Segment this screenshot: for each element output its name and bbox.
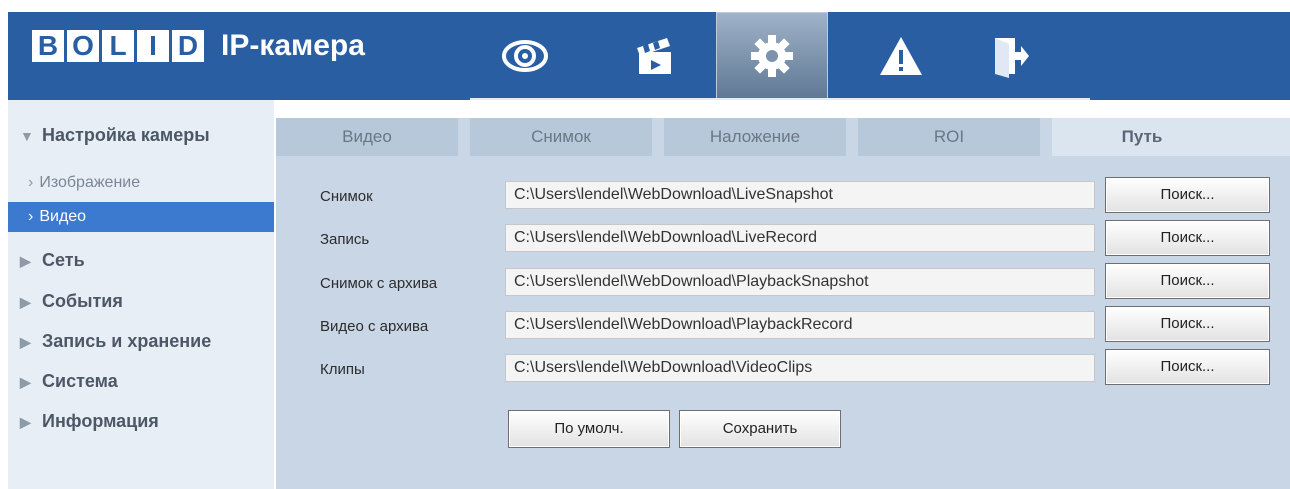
nav-alarm-button[interactable] <box>846 12 956 100</box>
path-label-playback-snapshot: Снимок с архива <box>320 275 438 292</box>
sidebar-item-label: Система <box>42 371 118 391</box>
clapperboard-icon <box>637 38 671 74</box>
sidebar-item-recording-storage[interactable]: ▶ Запись и хранение <box>8 326 274 356</box>
tab-roi[interactable]: ROI <box>858 118 1040 156</box>
sidebar-item-video[interactable]: › Видео <box>8 202 274 232</box>
nav-logout-button[interactable] <box>956 12 1066 100</box>
sidebar-item-image[interactable]: › Изображение <box>8 168 274 198</box>
sidebar-item-camera-settings[interactable]: ▼ Настройка камеры <box>8 120 274 150</box>
browse-button-record[interactable]: Поиск... <box>1105 220 1270 256</box>
triangle-right-icon: ▶ <box>20 414 31 430</box>
chevron-right-icon: › <box>28 208 34 225</box>
browse-button-clips[interactable]: Поиск... <box>1105 349 1270 385</box>
sidebar-item-events[interactable]: ▶ События <box>8 286 274 316</box>
tab-path[interactable]: Путь <box>1052 118 1232 156</box>
tab-video[interactable]: Видео <box>276 118 458 156</box>
sidebar-item-system[interactable]: ▶ Система <box>8 366 274 396</box>
tab-strip <box>1232 118 1290 156</box>
path-label-snapshot: Снимок <box>320 188 373 205</box>
default-button[interactable]: По умолч. <box>508 410 670 448</box>
logo-letter-l: L <box>102 30 134 62</box>
sidebar-item-label: Настройка камеры <box>42 125 210 145</box>
sidebar-item-label: События <box>42 291 123 311</box>
sidebar-item-label: Видео <box>39 208 87 225</box>
sidebar-item-label: Запись и хранение <box>42 331 212 351</box>
path-field-playback-snapshot[interactable] <box>505 268 1095 296</box>
save-button[interactable]: Сохранить <box>679 410 841 448</box>
logo-letter-b: B <box>32 30 64 62</box>
app-title: IP-камера <box>221 29 365 62</box>
triangle-down-icon: ▼ <box>20 128 34 144</box>
triangle-right-icon: ▶ <box>20 374 31 390</box>
sidebar: ▼ Настройка камеры › Изображение › Видео ▶ С… <box>8 100 274 489</box>
path-field-record[interactable] <box>505 224 1095 252</box>
chevron-right-icon: › <box>28 174 34 191</box>
tab-snapshot[interactable]: Снимок <box>470 118 652 156</box>
nav-live-button[interactable] <box>470 12 580 100</box>
triangle-right-icon: ▶ <box>20 294 31 310</box>
triangle-right-icon: ▶ <box>20 334 31 350</box>
path-field-snapshot[interactable] <box>505 181 1095 209</box>
tab-overlay[interactable]: Наложение <box>664 118 846 156</box>
path-label-clips: Клипы <box>320 361 365 378</box>
sidebar-item-label: Изображение <box>39 174 141 191</box>
nav-underline <box>470 98 1090 100</box>
path-field-clips[interactable] <box>505 354 1095 382</box>
logo-letter-o: O <box>67 30 99 62</box>
logo-letter-d: D <box>172 30 204 62</box>
gear-icon <box>751 35 793 77</box>
path-label-record: Запись <box>320 231 370 248</box>
nav-playback-button[interactable] <box>600 12 710 100</box>
sidebar-item-network[interactable]: ▶ Сеть <box>8 245 274 275</box>
tab-bar: Видео Снимок Наложение ROI Путь <box>276 118 1290 156</box>
eye-icon <box>502 40 548 72</box>
sidebar-item-label: Сеть <box>42 250 85 270</box>
browse-button-playback-snapshot[interactable]: Поиск... <box>1105 263 1270 299</box>
logo: B O L I D IP-камера <box>32 26 365 66</box>
triangle-right-icon: ▶ <box>20 253 31 269</box>
nav-settings-button[interactable] <box>716 12 828 100</box>
browse-button-snapshot[interactable]: Поиск... <box>1105 177 1270 213</box>
logout-icon <box>995 38 1029 78</box>
logo-letter-i: I <box>137 30 169 62</box>
path-field-playback-record[interactable] <box>505 311 1095 339</box>
browse-button-playback-record[interactable]: Поиск... <box>1105 306 1270 342</box>
warning-icon <box>880 37 922 75</box>
sidebar-item-label: Информация <box>42 411 159 431</box>
path-label-playback-record: Видео с архива <box>320 318 429 335</box>
sidebar-item-information[interactable]: ▶ Информация <box>8 406 274 436</box>
